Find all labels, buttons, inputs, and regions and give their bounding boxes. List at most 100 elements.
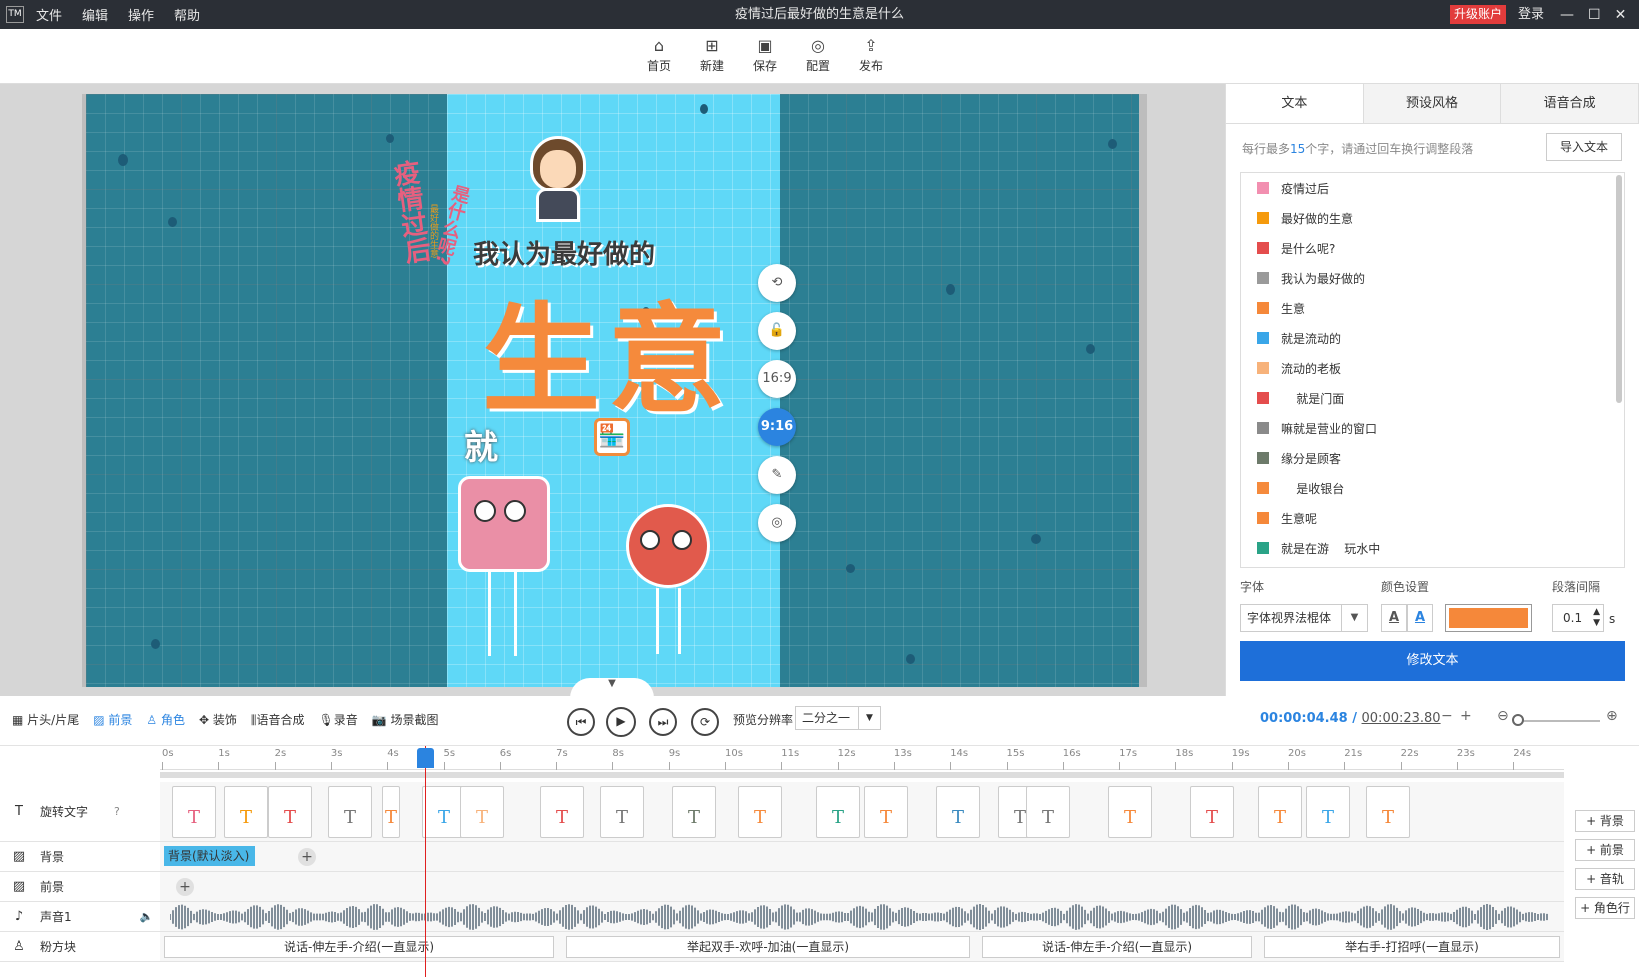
text-clip[interactable]: T <box>328 786 372 838</box>
text-clip[interactable]: T <box>864 786 908 838</box>
text-clip[interactable]: T <box>268 786 312 838</box>
color-picker[interactable] <box>1445 604 1532 632</box>
red-ball-character[interactable] <box>626 504 710 654</box>
title-vertical-text[interactable]: 疫情过后 <box>387 158 432 265</box>
close-button[interactable]: ✕ <box>1615 7 1627 23</box>
text-list-item[interactable]: 最好做的生意 <box>1241 203 1624 233</box>
add-background-plus[interactable]: + <box>298 848 316 866</box>
shop-icon[interactable]: 🏪 <box>594 418 630 456</box>
home-button[interactable]: ⌂ 首页 <box>637 35 681 74</box>
tab-foreground[interactable]: ▨ 前景 <box>93 711 132 728</box>
foreground-lane[interactable]: + <box>160 872 1564 902</box>
tab-character[interactable]: ♙ 角色 <box>146 711 185 728</box>
edit-tool-button[interactable]: ✎ <box>758 456 796 494</box>
spacing-spinner[interactable]: 0.1 ▲ ▼ <box>1552 604 1604 632</box>
help-icon[interactable]: ? <box>114 805 120 818</box>
text-list-item[interactable]: 就是流动的 <box>1241 323 1624 353</box>
text-list-item[interactable]: 就是在游 玩水中 <box>1241 533 1624 563</box>
text-clip[interactable]: T <box>540 786 584 838</box>
text-list-item[interactable]: 是收银台 <box>1241 473 1624 503</box>
text-list-item[interactable]: 疫情过后 <box>1241 173 1624 203</box>
replay-button[interactable]: ⟳ <box>691 708 719 736</box>
add-foreground-button[interactable]: + 前景 <box>1575 839 1635 861</box>
zoom-slider-handle[interactable] <box>1512 714 1524 726</box>
modify-text-button[interactable]: 修改文本 <box>1240 641 1625 681</box>
text-list-item[interactable]: 我认为最好做的 <box>1241 263 1624 293</box>
tab-preset-style[interactable]: 预设风格 <box>1363 84 1502 123</box>
girl-character[interactable] <box>526 136 590 222</box>
big-text-shengyi[interactable]: 生意 <box>482 264 734 435</box>
text-clip[interactable]: T <box>936 786 980 838</box>
background-lane[interactable]: 背景(默认淡入) + <box>160 842 1564 872</box>
spinner-arrows-icon[interactable]: ▲ ▼ <box>1593 607 1600 629</box>
action-clip[interactable]: 说话-伸左手-介绍(一直显示) <box>982 936 1252 958</box>
publish-button[interactable]: ⇪ 发布 <box>849 35 893 74</box>
add-background-button[interactable]: + 背景 <box>1575 810 1635 832</box>
background-clip[interactable]: 背景(默认淡入) <box>164 846 256 866</box>
login-button[interactable]: 登录 <box>1518 0 1544 29</box>
menu-edit[interactable]: 编辑 <box>82 5 108 24</box>
volume-icon[interactable]: 🔈 <box>140 910 154 923</box>
menu-action[interactable]: 操作 <box>128 5 154 24</box>
zoom-out-icon[interactable]: ⊖ <box>1497 708 1509 724</box>
tab-tts[interactable]: ⫼语音合成 <box>251 711 305 728</box>
add-audio-track-button[interactable]: + 音轨 <box>1575 868 1635 890</box>
text-clip[interactable]: T <box>460 786 504 838</box>
new-button[interactable]: ⊞ 新建 <box>690 35 734 74</box>
action-clip[interactable]: 举右手-打招呼(一直显示) <box>1264 936 1560 958</box>
text-list-item[interactable]: 缘分是顾客 <box>1241 443 1624 473</box>
text-list-item[interactable]: 生意呢 <box>1241 503 1624 533</box>
text-clip[interactable]: T <box>224 786 268 838</box>
add-foreground-plus[interactable]: + <box>176 878 194 896</box>
collapse-panel-button[interactable]: ▼ <box>570 678 654 698</box>
tab-decoration[interactable]: ✥ 装饰 <box>199 711 237 728</box>
settings-tool-button[interactable]: ◎ <box>758 504 796 542</box>
text-list-item[interactable]: 嘛就是营业的窗口 <box>1241 413 1624 443</box>
menu-file[interactable]: 文件 <box>36 5 62 24</box>
jiu-text[interactable]: 就 <box>464 420 498 469</box>
play-button[interactable]: ▶ <box>606 707 636 737</box>
config-button[interactable]: ◎ 配置 <box>796 35 840 74</box>
text-list-item[interactable]: 就是门面 <box>1241 383 1624 413</box>
maximize-button[interactable]: ☐ <box>1588 7 1601 23</box>
zoom-slider[interactable] <box>1518 720 1600 722</box>
timeline-ruler[interactable]: 0s 1s 2s 3s 4s 5s 6s 7s 8s 9s 10s 11s 12s 13s 14s 15s 16… <box>160 746 1564 770</box>
action-clip[interactable]: 说话-伸左手-介绍(一直显示) <box>164 936 554 958</box>
stroke-color-a-button[interactable]: A <box>1407 604 1433 632</box>
text-clip[interactable]: T <box>738 786 782 838</box>
ratio-16-9-button[interactable]: 16:9 <box>758 360 796 398</box>
upgrade-account-button[interactable]: 升级账户 <box>1450 5 1507 24</box>
minimize-button[interactable]: — <box>1560 7 1574 23</box>
add-character-row-button[interactable]: + 角色行 <box>1575 897 1635 919</box>
playhead-handle[interactable] <box>417 748 434 768</box>
rotating-text-lane[interactable]: TTTTTTTTTTTTTTTTTTTTT <box>160 782 1564 842</box>
text-clip[interactable]: T <box>1190 786 1234 838</box>
text-clip[interactable]: T <box>1366 786 1410 838</box>
text-clip[interactable]: T <box>172 786 216 838</box>
tab-record[interactable]: 🎙录音 <box>318 711 357 728</box>
text-list-item[interactable]: 生意 <box>1241 293 1624 323</box>
text-clip[interactable]: T <box>1306 786 1350 838</box>
text-clip[interactable]: T <box>672 786 716 838</box>
text-clip[interactable]: T <box>1108 786 1152 838</box>
action-clip[interactable]: 举起双手-欢呼-加油(一直显示) <box>566 936 970 958</box>
skip-forward-button[interactable]: ⏭ <box>649 708 677 736</box>
zoom-in-icon[interactable]: ⊕ <box>1606 708 1618 724</box>
canvas-stage[interactable]: 疫情过后 最好做的生意 是什么呢? 我认为最好做的 生意 就 🏪 <box>86 94 1139 687</box>
timeline-scrub-bar[interactable] <box>160 772 1564 778</box>
ratio-9-16-button[interactable]: 9:16 <box>758 408 796 446</box>
character-lane[interactable]: 说话-伸左手-介绍(一直显示) 举起双手-欢呼-加油(一直显示) 说话-伸左手-… <box>160 932 1564 962</box>
rotate-tool-button[interactable]: ⟲ <box>758 264 796 302</box>
text-clip[interactable]: T <box>600 786 644 838</box>
save-button[interactable]: ▣ 保存 <box>743 35 787 74</box>
audio-lane[interactable] <box>160 902 1564 932</box>
unlock-tool-button[interactable]: 🔓 <box>758 312 796 350</box>
text-list-item[interactable]: 流动的老板 <box>1241 353 1624 383</box>
tab-intro-outro[interactable]: ▦ 片头/片尾 <box>12 711 79 728</box>
import-text-button[interactable]: 导入文本 <box>1546 133 1622 161</box>
tab-voice-synthesis[interactable]: 语音合成 <box>1501 84 1639 123</box>
time-plus-button[interactable]: + <box>1460 708 1472 724</box>
playhead-line[interactable] <box>425 746 426 977</box>
resolution-select[interactable]: 二分之一 ▼ <box>795 706 881 730</box>
text-clip[interactable]: T <box>816 786 860 838</box>
